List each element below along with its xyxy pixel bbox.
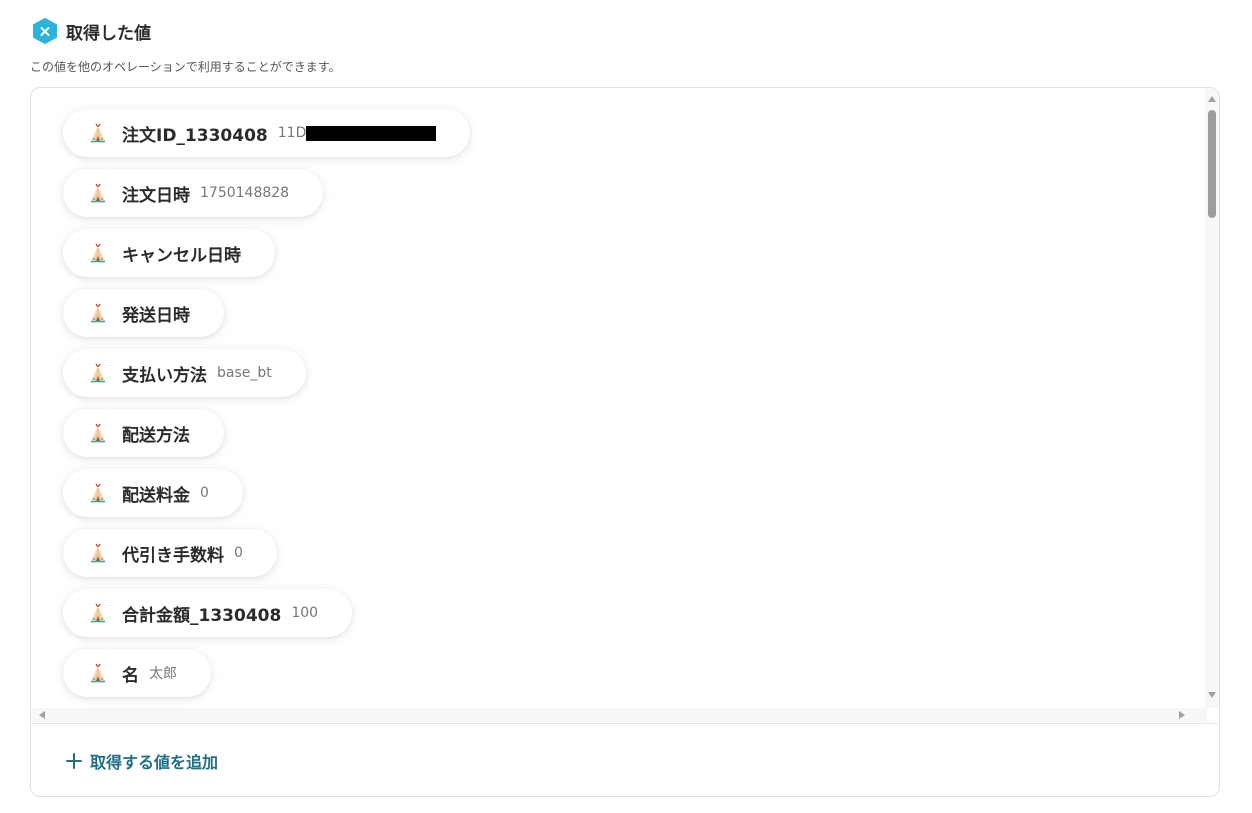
values-list: 注文ID_1330408 11D 注文日時 1750148828 キャンセル日時 — [63, 109, 471, 697]
value-chip-label: 名 — [122, 665, 139, 686]
section-title: 取得した値 — [66, 23, 151, 44]
value-chip-value: 太郎 — [149, 666, 177, 682]
value-chip[interactable]: 代引き手数料 0 — [63, 529, 277, 577]
value-chip-label: 支払い方法 — [122, 365, 207, 386]
plus-icon — [66, 753, 82, 769]
value-chip-value: 0 — [234, 545, 243, 561]
section-description: この値を他のオペレーションで利用することができます。 — [30, 60, 341, 74]
value-chip-value: 0 — [200, 485, 209, 501]
tipi-icon — [90, 543, 106, 563]
value-chip-value: 100 — [291, 605, 319, 621]
scroll-up-arrow-icon[interactable] — [1208, 96, 1216, 102]
tipi-icon — [90, 423, 106, 443]
value-chip-value: 1750148828 — [200, 185, 290, 201]
add-value-button[interactable]: 取得する値を追加 — [66, 749, 218, 773]
value-chip[interactable]: 名 太郎 — [63, 649, 211, 697]
tipi-icon — [90, 243, 106, 263]
value-chip[interactable]: 注文ID_1330408 11D — [63, 109, 471, 157]
values-panel: 注文ID_1330408 11D 注文日時 1750148828 キャンセル日時 — [30, 87, 1220, 797]
value-chip-label: 配送方法 — [122, 425, 190, 446]
divider — [31, 723, 1219, 724]
value-chip-label: 配送料金 — [122, 485, 190, 506]
vertical-scrollbar[interactable] — [1205, 88, 1219, 708]
value-chip-label: 合計金額_1330408 — [122, 605, 282, 626]
value-chip[interactable]: 支払い方法 base_bt — [63, 349, 306, 397]
values-list-viewport: 注文ID_1330408 11D 注文日時 1750148828 キャンセル日時 — [31, 88, 1207, 708]
scroll-down-arrow-icon[interactable] — [1208, 692, 1216, 698]
value-chip-label: 注文日時 — [122, 185, 190, 206]
value-chip[interactable]: 発送日時 — [63, 289, 224, 337]
value-chip[interactable]: 注文日時 1750148828 — [63, 169, 324, 217]
vertical-scrollbar-thumb[interactable] — [1208, 110, 1216, 218]
tipi-icon — [90, 123, 106, 143]
value-chip-label: 代引き手数料 — [122, 545, 224, 566]
value-chip-value: base_bt — [217, 365, 272, 381]
redacted-value-bar — [306, 125, 437, 141]
tipi-icon — [90, 363, 106, 383]
section-header: 取得した値 — [32, 18, 151, 44]
scroll-left-arrow-icon[interactable] — [39, 711, 45, 719]
scroll-right-arrow-icon[interactable] — [1179, 711, 1185, 719]
value-chip[interactable]: 配送料金 0 — [63, 469, 243, 517]
x-hexagon-icon — [33, 18, 57, 44]
value-chip-label: 注文ID_1330408 — [122, 125, 268, 146]
value-chip-label: 発送日時 — [122, 305, 190, 326]
tipi-icon — [90, 183, 106, 203]
horizontal-scrollbar[interactable] — [31, 708, 1207, 722]
value-chip[interactable]: 合計金額_1330408 100 — [63, 589, 353, 637]
tipi-icon — [90, 483, 106, 503]
value-chip-label: キャンセル日時 — [122, 245, 241, 266]
add-value-label: 取得する値を追加 — [90, 753, 219, 772]
tipi-icon — [90, 603, 106, 623]
tipi-icon — [90, 303, 106, 323]
value-chip[interactable]: キャンセル日時 — [63, 229, 275, 277]
value-chip[interactable]: 配送方法 — [63, 409, 224, 457]
value-chip-value: 11D — [277, 125, 307, 141]
tipi-icon — [90, 663, 106, 683]
